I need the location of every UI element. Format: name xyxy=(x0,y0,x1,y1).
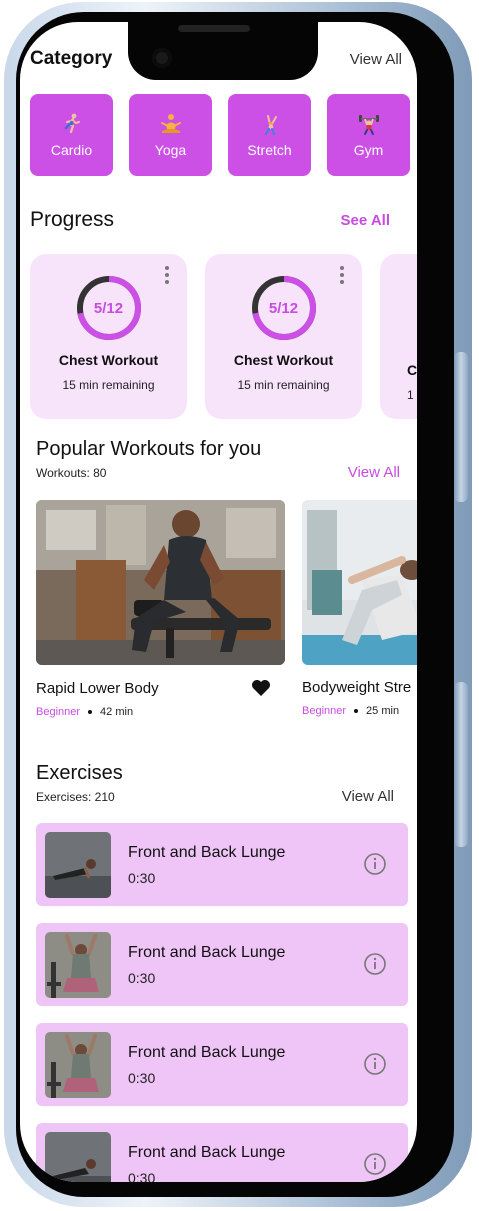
exercise-item[interactable]: Front and Back Lunge 0:30 xyxy=(36,1123,408,1182)
workout-duration: 25 min xyxy=(366,705,400,717)
workout-image xyxy=(36,500,285,665)
category-label: Cardio xyxy=(50,142,93,158)
progress-remaining: 15 min remaining xyxy=(237,378,330,392)
progress-remaining: 1 xyxy=(407,388,414,402)
category-cardio[interactable]: Cardio xyxy=(30,94,113,176)
exercise-time: 0:30 xyxy=(128,969,156,986)
workout-level: Beginner xyxy=(302,705,347,717)
workout-card[interactable]: Bodyweight Stre Beginner 25 min xyxy=(302,500,417,718)
progress-card-title: Chest Workout xyxy=(58,352,159,368)
workouts-count: Workouts: 80 xyxy=(36,465,107,480)
runner-icon xyxy=(64,113,80,134)
exercises-view-all-link[interactable]: View All xyxy=(342,788,394,805)
category-label: Gym xyxy=(353,142,384,158)
progress-ring: 5/12 xyxy=(75,274,143,342)
workout-duration: 42 min xyxy=(100,706,134,718)
info-icon[interactable] xyxy=(363,1052,387,1076)
progress-card[interactable]: 5/12 Chest Workout 15 min remaining xyxy=(205,254,362,419)
progress-card-title: Chest Workout xyxy=(233,352,334,368)
exercise-thumbnail xyxy=(45,1031,111,1098)
progress-count: 5/12 xyxy=(268,299,299,317)
workout-level: Beginner xyxy=(36,706,81,718)
category-view-all-link[interactable]: View All xyxy=(350,51,402,68)
side-button xyxy=(454,352,468,502)
popular-workouts-title: Popular Workouts for you xyxy=(36,438,262,460)
progress-card[interactable]: C 1 xyxy=(380,254,417,419)
heart-icon[interactable] xyxy=(251,679,271,697)
category-title: Category xyxy=(30,48,113,69)
exercises-title: Exercises xyxy=(36,762,123,784)
more-options-icon[interactable] xyxy=(340,266,344,284)
exercise-thumbnail xyxy=(45,931,111,998)
workout-title: Bodyweight Stre xyxy=(302,679,412,696)
app-screen: Category View All Cardio Yoga Stretch Gy… xyxy=(20,22,417,1182)
workouts-view-all-link[interactable]: View All xyxy=(348,464,400,481)
speaker xyxy=(178,25,250,32)
workout-list: Rapid Lower Body Beginner 42 min Bodywei… xyxy=(36,500,417,718)
cartwheel-icon xyxy=(264,115,277,136)
separator-dot xyxy=(88,710,93,714)
progress-title: Progress xyxy=(30,208,115,231)
camera-notch xyxy=(128,22,318,80)
category-label: Yoga xyxy=(154,142,187,158)
exercise-item[interactable]: Front and Back Lunge 0:30 xyxy=(36,823,408,906)
weightlifter-icon xyxy=(358,115,379,135)
exercise-time: 0:30 xyxy=(128,869,156,886)
progress-card-title: C xyxy=(407,362,417,378)
progress-see-all-link[interactable]: See All xyxy=(341,212,390,229)
category-stretch[interactable]: Stretch xyxy=(228,94,311,176)
yoga-icon xyxy=(160,114,181,133)
exercise-thumbnail xyxy=(45,831,111,898)
more-options-icon[interactable] xyxy=(165,266,169,284)
exercise-list: Front and Back Lunge 0:30 Front and Back… xyxy=(36,823,408,1182)
info-icon[interactable] xyxy=(363,852,387,876)
exercise-name: Front and Back Lunge xyxy=(128,943,286,961)
info-icon[interactable] xyxy=(363,1152,387,1176)
exercise-time: 0:30 xyxy=(128,1169,156,1183)
separator-dot xyxy=(354,709,359,713)
progress-count: 5/12 xyxy=(93,299,124,317)
category-gym[interactable]: Gym xyxy=(327,94,410,176)
exercise-thumbnail xyxy=(45,1131,111,1182)
exercise-time: 0:30 xyxy=(128,1069,156,1086)
workout-card[interactable]: Rapid Lower Body Beginner 42 min xyxy=(36,500,285,718)
exercise-name: Front and Back Lunge xyxy=(128,1043,286,1061)
progress-ring: 5/12 xyxy=(250,274,318,342)
workout-title: Rapid Lower Body xyxy=(36,679,159,697)
side-button xyxy=(454,682,468,847)
exercise-name: Front and Back Lunge xyxy=(128,1143,286,1161)
exercise-item[interactable]: Front and Back Lunge 0:30 xyxy=(36,1023,408,1106)
category-yoga[interactable]: Yoga xyxy=(129,94,212,176)
exercise-item[interactable]: Front and Back Lunge 0:30 xyxy=(36,923,408,1006)
category-label: Stretch xyxy=(247,142,292,158)
camera-icon xyxy=(152,48,172,68)
info-icon[interactable] xyxy=(363,952,387,976)
category-list: Cardio Yoga Stretch Gym xyxy=(30,94,410,176)
progress-remaining: 15 min remaining xyxy=(62,378,155,392)
exercises-count: Exercises: 210 xyxy=(36,789,115,804)
progress-list: 5/12 Chest Workout 15 min remaining 5/12… xyxy=(30,254,417,419)
progress-card[interactable]: 5/12 Chest Workout 15 min remaining xyxy=(30,254,187,419)
exercise-name: Front and Back Lunge xyxy=(128,843,286,861)
workout-image xyxy=(302,500,417,665)
